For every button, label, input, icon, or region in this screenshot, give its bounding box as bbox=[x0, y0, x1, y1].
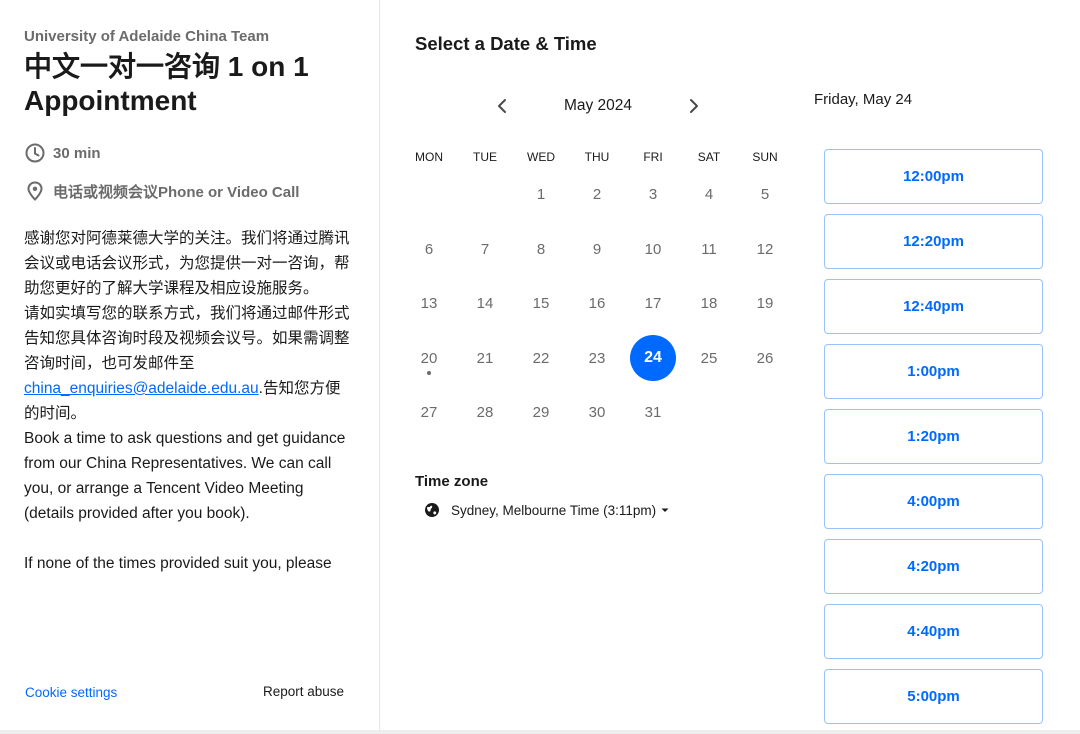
timezone-select[interactable]: Sydney, Melbourne Time (3:11pm) bbox=[424, 502, 670, 518]
calendar-day-selected[interactable]: 24 bbox=[630, 335, 676, 381]
duration-text: 30 min bbox=[53, 144, 101, 162]
weekday-wed: WED bbox=[527, 150, 555, 164]
calendar-day: 20 bbox=[406, 335, 452, 381]
next-month-button[interactable] bbox=[682, 94, 706, 118]
weekday-sun: SUN bbox=[752, 150, 778, 164]
calendar-day: 18 bbox=[700, 294, 718, 312]
calendar-day: 31 bbox=[644, 403, 662, 421]
calendar-day: 25 bbox=[700, 349, 718, 367]
time-slot-button[interactable]: 4:00pm bbox=[824, 474, 1043, 529]
time-slot-list: 12:00pm 12:20pm 12:40pm 1:00pm 1:20pm 4:00pm 4… bbox=[824, 149, 1043, 734]
time-slot-button[interactable]: 12:00pm bbox=[824, 149, 1043, 204]
calendar-day: 21 bbox=[476, 349, 494, 367]
caret-down-icon bbox=[660, 505, 670, 515]
calendar-day: 7 bbox=[480, 240, 490, 258]
weekday-thu: THU bbox=[584, 150, 610, 164]
calendar-day: 14 bbox=[476, 294, 494, 312]
calendar-day: 30 bbox=[588, 403, 606, 421]
weekday-tue: TUE bbox=[473, 150, 497, 164]
event-location: 电话或视频会议Phone or Video Call bbox=[24, 180, 299, 202]
calendar-day: 22 bbox=[532, 349, 550, 367]
event-details-panel: University of Adelaide China Team 中文一对一咨… bbox=[0, 0, 380, 730]
time-slot-button[interactable]: 1:20pm bbox=[824, 409, 1043, 464]
weekday-sat: SAT bbox=[697, 150, 721, 164]
map-pin-icon bbox=[24, 180, 46, 202]
description-en-1: Book a time to ask questions and get gui… bbox=[24, 430, 346, 522]
previous-month-button[interactable] bbox=[490, 94, 514, 118]
calendar-day: 1 bbox=[536, 185, 546, 203]
time-slot-button[interactable]: 4:40pm bbox=[824, 604, 1043, 659]
calendar-day: 15 bbox=[532, 294, 550, 312]
time-slot-button[interactable]: 1:00pm bbox=[824, 344, 1043, 399]
report-abuse-link[interactable]: Report abuse bbox=[263, 684, 344, 699]
weekday-mon: MON bbox=[415, 150, 443, 164]
time-slot-button[interactable]: 12:40pm bbox=[824, 279, 1043, 334]
calendar-day: 29 bbox=[532, 403, 550, 421]
chevron-right-icon bbox=[690, 99, 698, 113]
description-en-2: If none of the times provided suit you, … bbox=[24, 555, 332, 572]
calendar-day: 9 bbox=[592, 240, 602, 258]
organizer-name: University of Adelaide China Team bbox=[24, 28, 270, 45]
calendar-day: 3 bbox=[648, 185, 658, 203]
calendar-day: 10 bbox=[644, 240, 662, 258]
month-label: May 2024 bbox=[563, 97, 633, 114]
calendar-day: 27 bbox=[420, 403, 438, 421]
calendar-day: 5 bbox=[760, 185, 770, 203]
event-description: 感谢您对阿德莱德大学的关注。我们将通过腾讯会议或电话会议形式，为您提供一对一咨询… bbox=[24, 226, 354, 646]
globe-icon bbox=[424, 502, 440, 518]
description-cn-1: 感谢您对阿德莱德大学的关注。我们将通过腾讯会议或电话会议形式，为您提供一对一咨询… bbox=[24, 230, 350, 297]
calendar-day: 23 bbox=[588, 349, 606, 367]
time-slot-button[interactable]: 5:00pm bbox=[824, 669, 1043, 724]
calendar-day: 13 bbox=[420, 294, 438, 312]
calendar-day: 8 bbox=[536, 240, 546, 258]
chevron-left-icon bbox=[498, 99, 506, 113]
section-title: Select a Date & Time bbox=[415, 33, 597, 54]
clock-icon bbox=[24, 142, 46, 164]
calendar-day: 2 bbox=[592, 185, 602, 203]
calendar-day: 4 bbox=[704, 185, 714, 203]
time-slot-button[interactable]: 4:20pm bbox=[824, 539, 1043, 594]
calendar-day: 19 bbox=[756, 294, 774, 312]
cookie-settings-link[interactable]: Cookie settings bbox=[25, 685, 117, 700]
timezone-value: Sydney, Melbourne Time (3:11pm) bbox=[451, 502, 657, 518]
selected-date-label: Friday, May 24 bbox=[814, 91, 913, 108]
today-indicator bbox=[427, 371, 431, 375]
calendar-day: 16 bbox=[588, 294, 606, 312]
contact-email-link[interactable]: china_enquiries@adelaide.edu.au bbox=[24, 380, 259, 397]
bottom-divider bbox=[0, 730, 1080, 734]
location-text: 电话或视频会议Phone or Video Call bbox=[53, 183, 300, 201]
event-title: 中文一对一咨询 1 on 1 Appointment bbox=[24, 51, 309, 116]
scheduling-page: University of Adelaide China Team 中文一对一咨… bbox=[0, 0, 1080, 734]
description-cn-2-text: 请如实填写您的联系方式，我们将通过邮件形式告知您具体咨询时段及视频会议号。如果需… bbox=[24, 305, 350, 372]
calendar-day: 26 bbox=[756, 349, 774, 367]
time-slot-button[interactable]: 12:20pm bbox=[824, 214, 1043, 269]
event-duration: 30 min bbox=[24, 142, 101, 164]
calendar-day: 17 bbox=[644, 294, 662, 312]
calendar-day: 6 bbox=[424, 240, 434, 258]
description-cn-2: 请如实填写您的联系方式，我们将通过邮件形式告知您具体咨询时段及视频会议号。如果需… bbox=[24, 301, 354, 426]
calendar-day: 11 bbox=[701, 240, 717, 258]
calendar-day: 28 bbox=[476, 403, 494, 421]
calendar-day: 12 bbox=[756, 240, 774, 258]
timezone-label: Time zone bbox=[415, 473, 489, 490]
weekday-fri: FRI bbox=[643, 150, 663, 164]
